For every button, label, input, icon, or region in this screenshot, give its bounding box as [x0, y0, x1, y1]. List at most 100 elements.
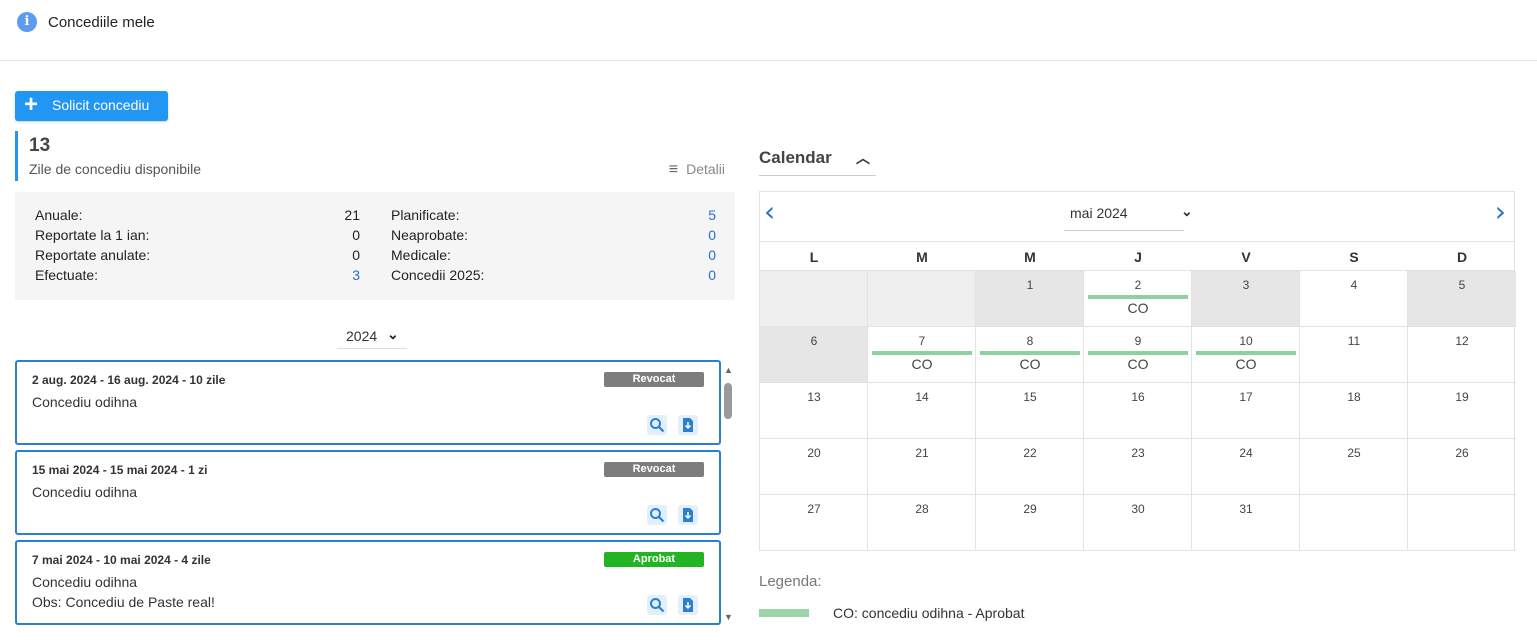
calendar-day[interactable]: 11 [1300, 327, 1408, 383]
calendar-day[interactable]: 3 [1192, 271, 1300, 327]
day-number: 17 [1239, 390, 1253, 404]
details-button[interactable]: ≡ Detalii [669, 161, 725, 179]
calendar-day[interactable]: 25 [1300, 439, 1408, 495]
day-number: 29 [1023, 502, 1037, 516]
menu-lines-icon: ≡ [668, 161, 679, 178]
day-number: 23 [1131, 446, 1145, 460]
leave-code: CO [1127, 356, 1149, 372]
leave-bar [1196, 351, 1296, 355]
weekday-label: S [1349, 249, 1359, 265]
leave-list-scrollbar[interactable]: ▲ ▼ [723, 365, 733, 627]
leave-bar [980, 351, 1080, 355]
calendar-day[interactable]: 15 [976, 383, 1084, 439]
calendar-day[interactable]: 27 [760, 495, 868, 551]
search-icon [650, 598, 665, 613]
scroll-down-arrow-icon[interactable]: ▼ [724, 612, 733, 622]
weekday-label: L [809, 249, 819, 265]
download-file-icon [683, 418, 693, 432]
day-number: 11 [1347, 334, 1361, 348]
request-leave-label: Solicit concediu [52, 97, 150, 113]
calendar-day[interactable]: 21 [868, 439, 976, 495]
download-button[interactable] [678, 595, 698, 615]
legend-item: CO: concediu odihna - Aprobat [833, 605, 1025, 621]
calendar-day[interactable]: 18 [1300, 383, 1408, 439]
prev-month-button[interactable]: ‹ [764, 195, 775, 228]
leave-card: 7 mai 2024 - 10 mai 2024 - 4 zile Conced… [15, 540, 721, 625]
view-button[interactable] [647, 415, 667, 435]
stat-value-link[interactable]: 3 [320, 267, 360, 283]
stat-value-link[interactable]: 5 [676, 207, 716, 223]
calendar-day-empty [868, 271, 976, 327]
calendar-day[interactable]: 29 [976, 495, 1084, 551]
day-number: 18 [1347, 390, 1361, 404]
calendar-day[interactable]: 16 [1084, 383, 1192, 439]
day-number: 16 [1131, 390, 1145, 404]
year-select[interactable]: 2024 ⌄ [337, 323, 407, 349]
day-number: 6 [810, 334, 818, 348]
chevron-down-icon: ⌄ [387, 326, 399, 342]
calendar-day[interactable]: 12 [1408, 327, 1516, 383]
leave-card-type: Concediu odihna [32, 484, 138, 500]
status-badge: Revocat [604, 462, 704, 477]
day-number: 15 [1023, 390, 1037, 404]
scroll-up-arrow-icon[interactable]: ▲ [724, 365, 733, 375]
calendar-day[interactable]: 9 CO [1084, 327, 1192, 383]
available-days-panel: 13 Zile de concediu disponibile ≡ Detalii [15, 131, 735, 181]
view-button[interactable] [647, 595, 667, 615]
calendar-day[interactable]: 8 CO [976, 327, 1084, 383]
weekday-label: V [1241, 249, 1251, 265]
calendar-day[interactable]: 31 [1192, 495, 1300, 551]
stat-value: 0 [352, 247, 360, 263]
leave-card: 15 mai 2024 - 15 mai 2024 - 1 zi Concedi… [15, 450, 721, 535]
leave-card-note: Obs: Concediu de Paste real! [32, 594, 215, 610]
calendar-day[interactable]: 2 CO [1084, 271, 1192, 327]
month-select[interactable]: mai 2024 ⌄ [1064, 202, 1193, 231]
leave-code: CO [911, 356, 933, 372]
calendar-day[interactable]: 13 [760, 383, 868, 439]
calendar-day[interactable]: 28 [868, 495, 976, 551]
calendar-day[interactable]: 4 [1300, 271, 1408, 327]
day-number: 30 [1131, 502, 1145, 516]
year-select-value: 2024 [346, 328, 378, 344]
stat-value: 21 [344, 207, 360, 223]
view-button[interactable] [647, 505, 667, 525]
request-leave-button[interactable]: + Solicit concediu [15, 91, 168, 121]
day-number: 31 [1239, 502, 1253, 516]
calendar-day[interactable]: 26 [1408, 439, 1516, 495]
chevron-down-icon: ⌄ [1181, 203, 1193, 219]
calendar-day[interactable]: 5 [1408, 271, 1516, 327]
stat-value-link[interactable]: 0 [676, 267, 716, 283]
calendar-day[interactable]: 17 [1192, 383, 1300, 439]
scrollbar-thumb[interactable] [724, 383, 732, 419]
calendar-day[interactable]: 24 [1192, 439, 1300, 495]
calendar-header: Calendar ︿ [759, 140, 876, 176]
calendar-day[interactable]: 20 [760, 439, 868, 495]
calendar-day[interactable]: 22 [976, 439, 1084, 495]
day-number: 1 [1026, 278, 1034, 292]
search-icon [650, 418, 665, 433]
stat-label: Concedii 2025: [391, 267, 485, 283]
calendar-day[interactable]: 19 [1408, 383, 1516, 439]
calendar-day[interactable]: 10 CO [1192, 327, 1300, 383]
page-header: i Concediile mele [0, 0, 1537, 61]
stat-value-link[interactable]: 0 [676, 247, 716, 263]
calendar-day[interactable]: 14 [868, 383, 976, 439]
leave-bar [1088, 295, 1188, 299]
leave-card: 2 aug. 2024 - 16 aug. 2024 - 10 zile Con… [15, 360, 721, 445]
download-button[interactable] [678, 505, 698, 525]
day-number: 22 [1023, 446, 1037, 460]
calendar-day[interactable]: 30 [1084, 495, 1192, 551]
calendar-day[interactable]: 6 [760, 327, 868, 383]
download-button[interactable] [678, 415, 698, 435]
status-badge: Revocat [604, 372, 704, 387]
stat-value-link[interactable]: 0 [676, 227, 716, 243]
month-select-value: mai 2024 [1070, 205, 1128, 221]
next-month-button[interactable]: › [1495, 195, 1506, 228]
day-number: 9 [1134, 334, 1142, 348]
calendar-day[interactable]: 1 [976, 271, 1084, 327]
calendar-day[interactable]: 23 [1084, 439, 1192, 495]
calendar-day-empty [1300, 495, 1408, 551]
chevron-up-icon[interactable]: ︿ [856, 148, 870, 168]
calendar-day[interactable]: 7 CO [868, 327, 976, 383]
leave-card-title: 2 aug. 2024 - 16 aug. 2024 - 10 zile [32, 373, 226, 387]
